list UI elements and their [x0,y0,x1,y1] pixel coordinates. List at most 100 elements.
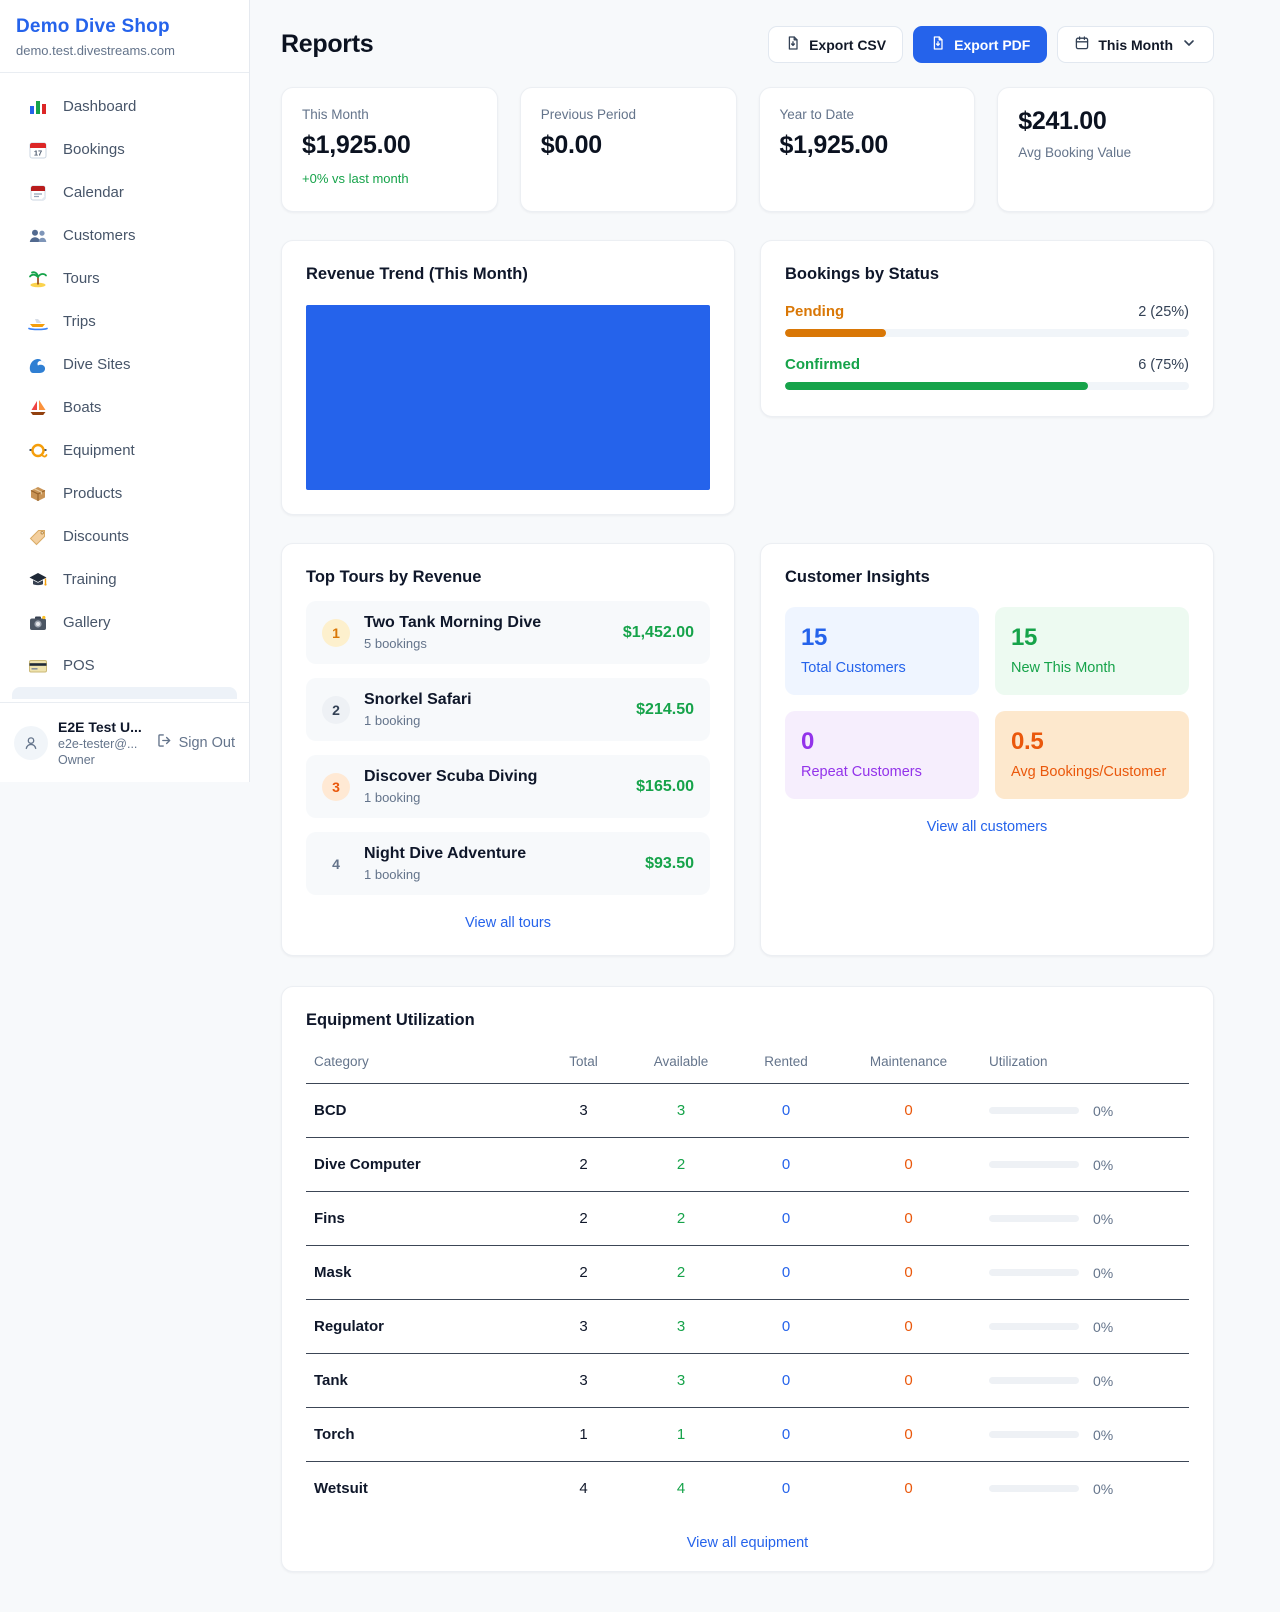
sidebar-item-trips[interactable]: Trips [0,300,249,343]
status-bar-track [785,382,1189,390]
sidebar-item-calendar[interactable]: Calendar [0,171,249,214]
tour-amount: $165.00 [636,778,694,796]
sidebar-item-discounts[interactable]: Discounts [0,515,249,558]
bookings-by-status-title: Bookings by Status [785,265,1189,284]
status-bar-fill [785,329,886,337]
lists-row: Top Tours by Revenue 1 Two Tank Morning … [281,543,1214,956]
tour-amount: $214.50 [636,701,694,719]
utilization-bar: 0% [989,1481,1181,1497]
sidebar-item-tours[interactable]: Tours [0,257,249,300]
stat-value: $241.00 [1018,107,1193,136]
header-actions: Export CSV Export PDF This Month [768,26,1214,63]
utilization-bar: 0% [989,1373,1181,1389]
tile-value: 15 [1011,624,1173,652]
sidebar-item-label: Dashboard [63,98,136,115]
user-role: Owner [58,753,146,767]
utilization-bar: 0% [989,1157,1181,1173]
sign-out-button[interactable]: Sign Out [156,732,235,753]
stat-card-year-to-date: Year to Date $1,925.00 [759,87,976,212]
sidebar-item-pos[interactable]: POS [0,644,249,687]
stat-label: Previous Period [541,107,716,122]
tour-bookings: 1 booking [364,867,631,882]
sidebar-item-label: Gallery [63,614,111,631]
stat-value: $1,925.00 [780,131,955,160]
customer-insights-title: Customer Insights [785,568,1189,587]
view-all-equipment-link[interactable]: View all equipment [306,1535,1189,1551]
calendar-icon [28,183,48,203]
equipment-utilization-title: Equipment Utilization [306,1011,1189,1030]
equipment-icon [28,441,48,461]
products-icon [28,484,48,504]
tour-row[interactable]: 1 Two Tank Morning Dive 5 bookings $1,45… [306,601,710,664]
export-pdf-button[interactable]: Export PDF [913,26,1047,63]
sidebar-item-products[interactable]: Products [0,472,249,515]
sidebar-item-equipment[interactable]: Equipment [0,429,249,472]
charts-row: Revenue Trend (This Month) Bookings by S… [281,240,1214,515]
user-name: E2E Test U... [58,719,146,735]
sidebar-nav: Dashboard 17 Bookings Calendar Customers… [0,73,249,702]
rank-badge: 4 [322,850,350,878]
stat-value: $1,925.00 [302,131,477,160]
tour-row[interactable]: 2 Snorkel Safari 1 booking $214.50 [306,678,710,741]
sidebar-item-label: POS [63,657,95,674]
sidebar-item-label: Products [63,485,122,502]
table-row: Wetsuit 4 4 0 0 0% [306,1462,1189,1516]
rank-badge: 1 [322,619,350,647]
table-row: BCD 3 3 0 0 0% [306,1084,1189,1138]
sidebar-item-dashboard[interactable]: Dashboard [0,85,249,128]
tour-bookings: 1 booking [364,713,622,728]
file-download-icon [785,35,801,54]
tour-row[interactable]: 4 Night Dive Adventure 1 booking $93.50 [306,832,710,895]
col-header-total: Total [541,1046,626,1084]
tour-amount: $93.50 [645,855,694,873]
sidebar-item-dive-sites[interactable]: Dive Sites [0,343,249,386]
brand: Demo Dive Shop demo.test.divestreams.com [0,0,249,73]
insight-tile-total-customers: 15 Total Customers [785,607,979,695]
tile-value: 15 [801,624,963,652]
sidebar-item-customers[interactable]: Customers [0,214,249,257]
status-count: 6 (75%) [1138,357,1189,373]
rank-badge: 3 [322,773,350,801]
view-all-tours-link[interactable]: View all tours [306,915,710,931]
export-csv-button[interactable]: Export CSV [768,26,903,63]
sidebar-item-label: Tours [63,270,100,287]
col-header-utilization: Utilization [981,1046,1189,1084]
tour-name: Night Dive Adventure [364,845,631,863]
top-tours-title: Top Tours by Revenue [306,568,710,587]
table-row: Mask 2 2 0 0 0% [306,1246,1189,1300]
tour-row[interactable]: 3 Discover Scuba Diving 1 booking $165.0… [306,755,710,818]
utilization-bar: 0% [989,1211,1181,1227]
utilization-bar: 0% [989,1265,1181,1281]
sidebar-item-training[interactable]: Training [0,558,249,601]
table-row: Dive Computer 2 2 0 0 0% [306,1138,1189,1192]
brand-title: Demo Dive Shop [16,16,233,38]
period-dropdown-value: This Month [1098,37,1173,53]
sidebar-item-label: Discounts [63,528,129,545]
view-all-customers-link[interactable]: View all customers [785,819,1189,835]
calendar-outline-icon [1074,35,1090,54]
revenue-trend-card: Revenue Trend (This Month) [281,240,735,515]
avatar [14,726,48,760]
status-row-confirmed: Confirmed 6 (75%) [785,356,1189,390]
period-dropdown[interactable]: This Month [1057,26,1214,63]
tile-label: Avg Bookings/Customer [1011,764,1173,780]
tour-name: Two Tank Morning Dive [364,614,609,632]
status-bar-fill [785,382,1088,390]
insight-tile-avg-bookings: 0.5 Avg Bookings/Customer [995,711,1189,799]
page-title: Reports [281,30,373,59]
sidebar-item-reports-partial[interactable] [12,687,237,699]
user-panel: E2E Test U... e2e-tester@... Owner Sign … [0,702,249,782]
sidebar-item-gallery[interactable]: Gallery [0,601,249,644]
sidebar-item-bookings[interactable]: 17 Bookings [0,128,249,171]
sidebar-item-boats[interactable]: Boats [0,386,249,429]
rank-badge: 2 [322,696,350,724]
tour-bookings: 1 booking [364,790,622,805]
sidebar-item-label: Boats [63,399,101,416]
tile-label: New This Month [1011,660,1173,676]
sidebar-item-label: Calendar [63,184,124,201]
status-row-pending: Pending 2 (25%) [785,303,1189,337]
table-row: Tank 3 3 0 0 0% [306,1354,1189,1408]
revenue-trend-chart [306,305,710,490]
file-download-icon [930,35,946,54]
sidebar-item-label: Trips [63,313,96,330]
